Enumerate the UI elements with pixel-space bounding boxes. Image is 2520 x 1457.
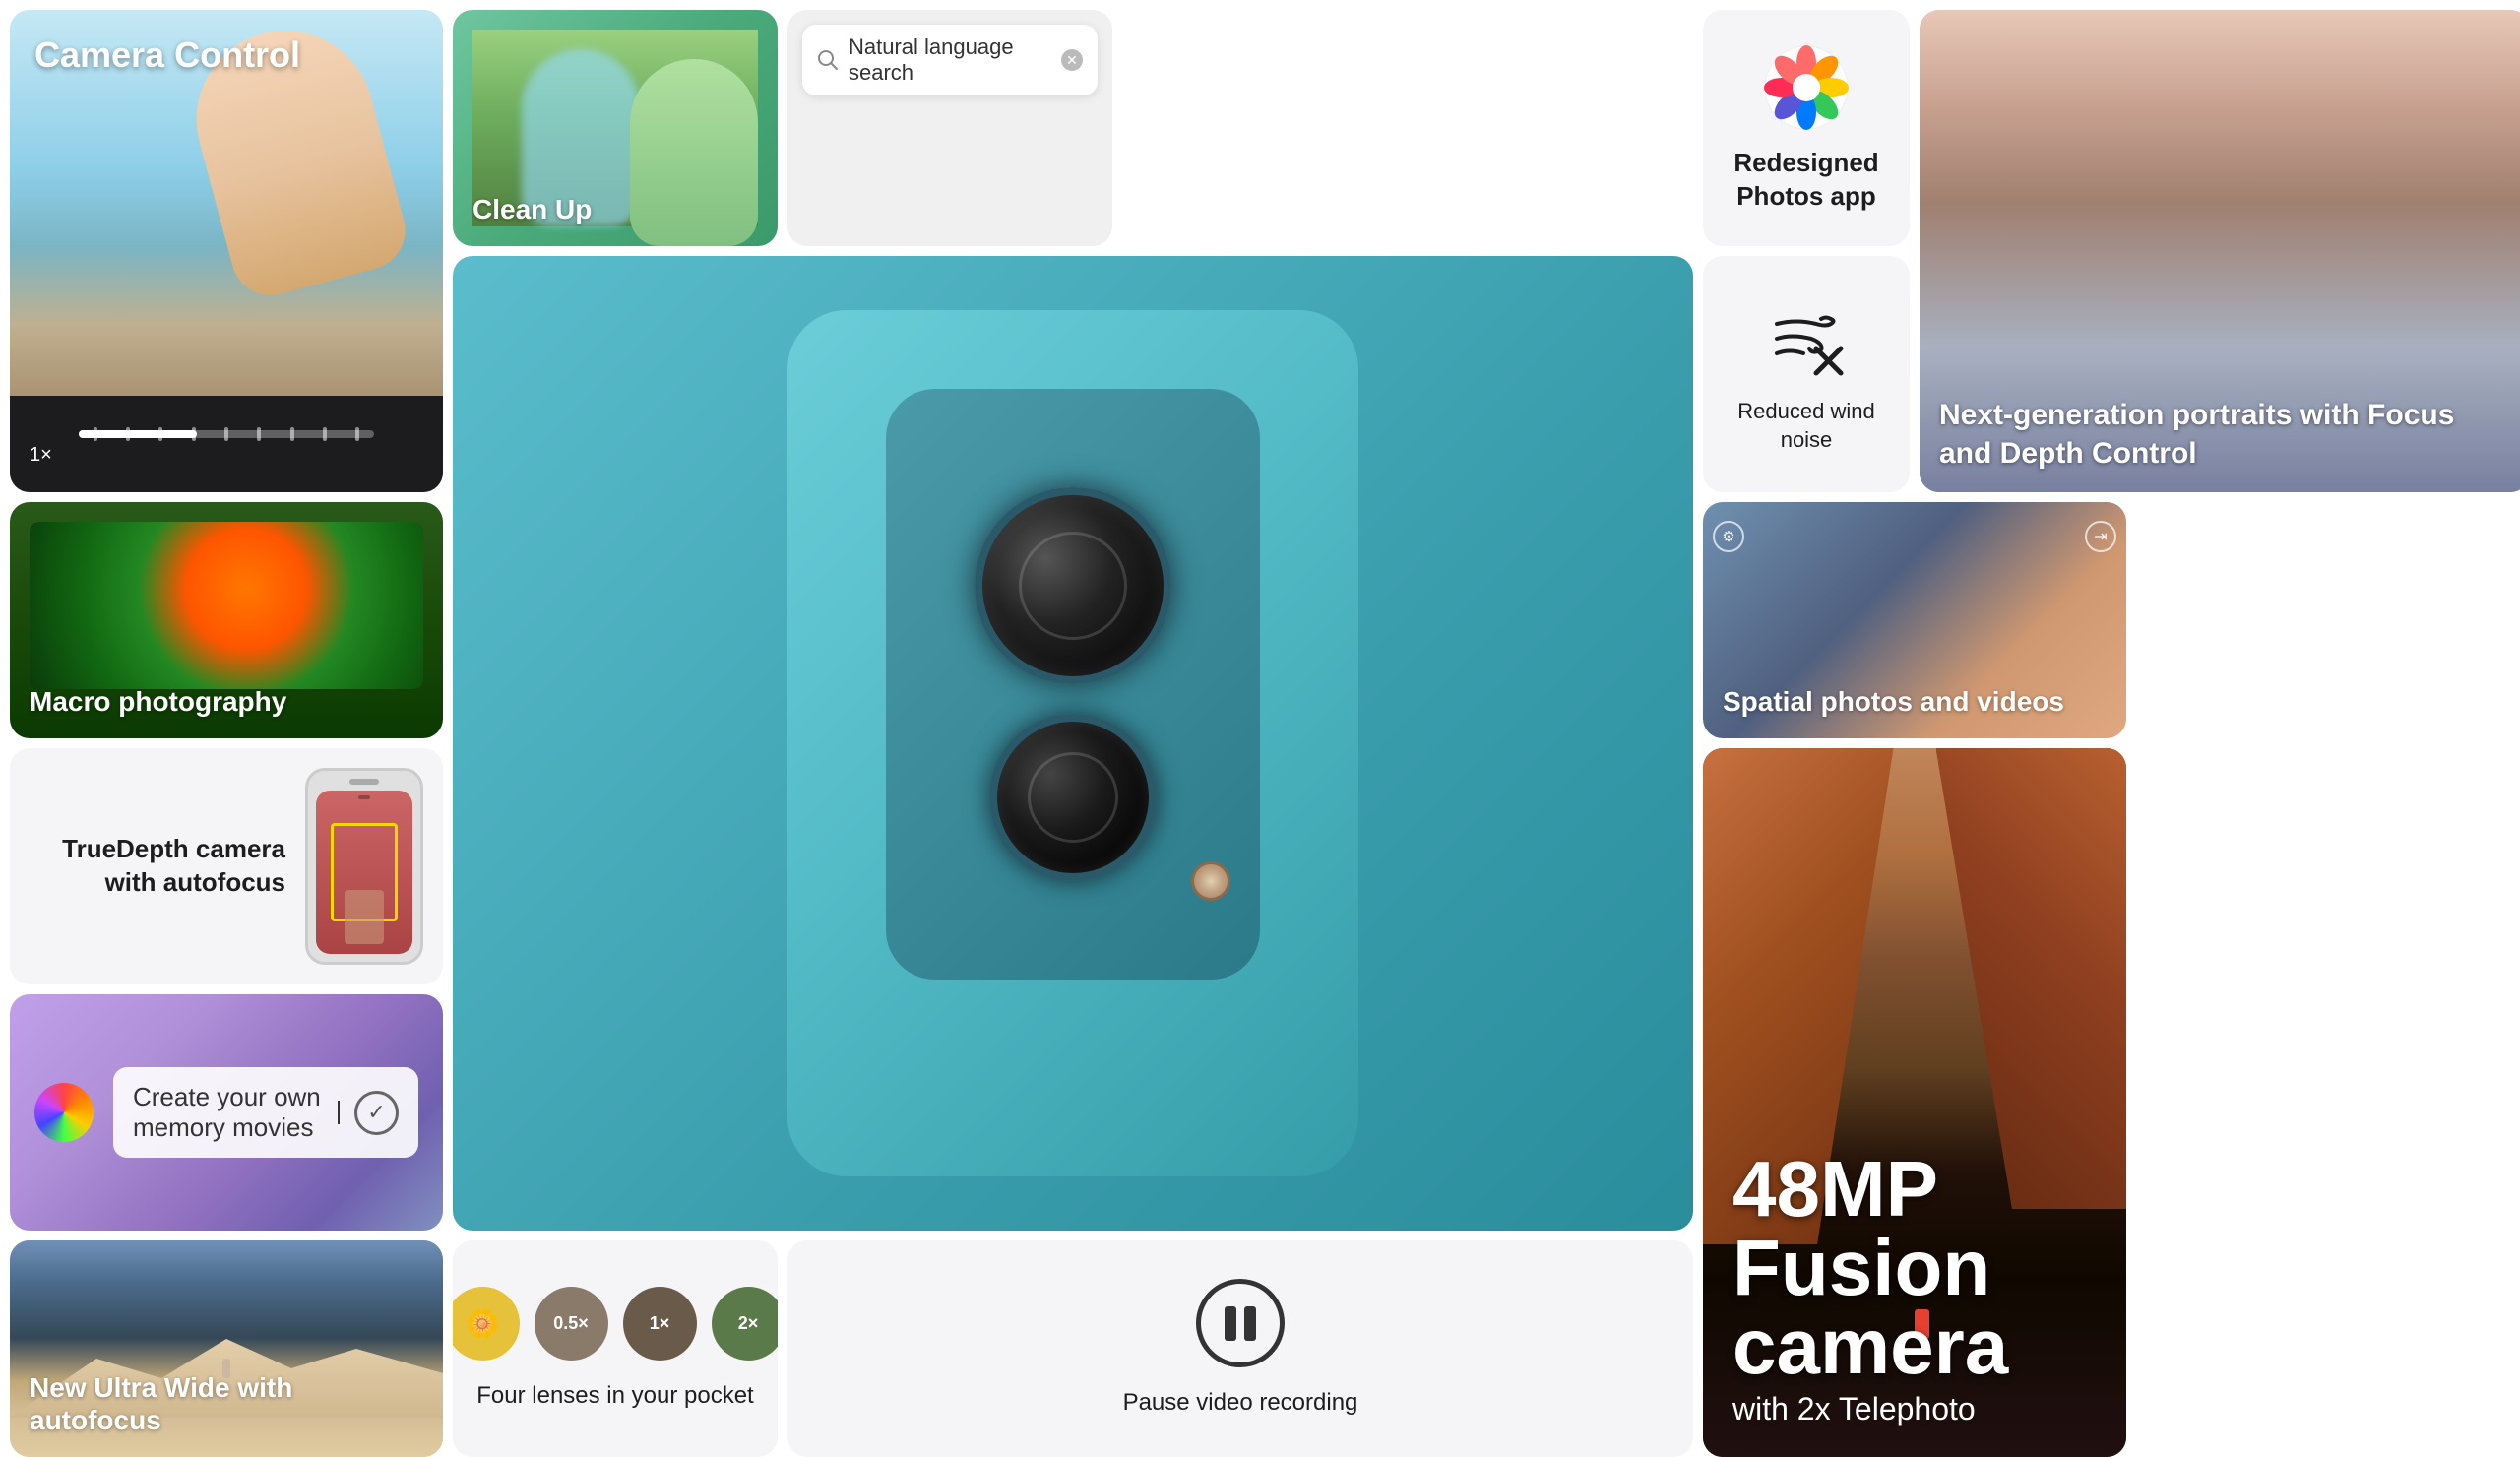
spatial-btn-1[interactable]: ⚙ <box>1713 521 1744 552</box>
search-bar[interactable]: Natural language search ✕ <box>802 25 1098 95</box>
phone-mockup <box>305 768 423 965</box>
pause-bar-left <box>1225 1306 1236 1341</box>
camera-control-slider-area: 1× <box>10 404 443 492</box>
ultrawide-card: New Ultra Wide with autofocus <box>10 1240 443 1457</box>
truedepth-text: TrueDepth camera with autofocus <box>30 833 285 900</box>
fusion-camera-card: 48MP Fusion camera with 2x Telephoto <box>1703 748 2126 1457</box>
camera-slider[interactable] <box>79 430 374 438</box>
search-text: Natural language search <box>849 34 1051 86</box>
lens-2x-badge: 2× <box>712 1287 779 1361</box>
redesigned-photos-card: Redesigned Photos app <box>1703 10 1910 246</box>
reduced-wind-label: Reduced wind noise <box>1723 398 1890 454</box>
lenses-row: 🌼 0.5× 1× 2× <box>453 1287 778 1361</box>
camera-control-card: Camera Control 1× <box>10 10 443 492</box>
portrait-label: Next-generation portraits with Focus and… <box>1939 396 2510 473</box>
spatial-btn-2[interactable]: ⇥ <box>2085 521 2116 552</box>
camera-control-title: Camera Control <box>34 34 300 76</box>
lens-flower-badge: 🌼 <box>453 1287 520 1361</box>
camera-body <box>788 310 1358 1176</box>
four-lenses-card: 🌼 0.5× 1× 2× Four lenses in your pocket <box>453 1240 778 1457</box>
lens-1x-badge: 1× <box>623 1287 697 1361</box>
main-camera-card <box>453 256 1693 1231</box>
siri-icon <box>34 1083 94 1142</box>
natural-language-card: Natural language search ✕ <box>788 10 1112 246</box>
pause-button[interactable] <box>1196 1279 1285 1367</box>
search-clear-button[interactable]: ✕ <box>1061 49 1083 71</box>
zoom-indicator: 1× <box>10 444 52 467</box>
memory-input[interactable]: Create your own memory movies ✓ <box>113 1067 418 1158</box>
fusion-subtitle: with 2x Telephoto <box>1732 1391 2097 1427</box>
portrait-card: Next-generation portraits with Focus and… <box>1920 10 2520 492</box>
search-icon <box>817 49 839 71</box>
truedepth-card: TrueDepth camera with autofocus <box>10 748 443 984</box>
ultrawide-label: New Ultra Wide with autofocus <box>30 1371 423 1437</box>
normal-person <box>630 59 758 246</box>
checkmark-button[interactable]: ✓ <box>354 1091 399 1135</box>
photos-app-icon <box>1762 43 1851 132</box>
top-lens <box>975 487 1171 684</box>
memory-input-text: Create your own memory movies <box>133 1082 321 1143</box>
pause-card: Pause video recording <box>788 1240 1693 1457</box>
macro-label: Macro photography <box>30 685 286 719</box>
lens-05x-badge: 0.5× <box>535 1287 608 1361</box>
truedepth-title: TrueDepth camera with autofocus <box>62 834 285 897</box>
pause-label: Pause video recording <box>1123 1387 1358 1418</box>
clean-up-card: Clean Up <box>453 10 778 246</box>
four-lenses-label: Four lenses in your pocket <box>476 1380 753 1411</box>
macro-card: Macro photography <box>10 502 443 738</box>
spatial-label: Spatial photos and videos <box>1723 685 2064 719</box>
fusion-text-block: 48MP Fusion camera with 2x Telephoto <box>1732 1150 2097 1427</box>
fusion-title: 48MP Fusion camera <box>1732 1150 2097 1386</box>
spatial-card: ⚙ ⇥ Spatial photos and videos <box>1703 502 2126 738</box>
flash-dot <box>1191 861 1230 901</box>
lens-inner-ring-1 <box>1019 532 1127 640</box>
memory-card: Create your own memory movies ✓ <box>10 994 443 1231</box>
frog-image <box>30 522 423 689</box>
people-photos <box>942 95 958 233</box>
text-cursor <box>338 1101 340 1124</box>
reduced-wind-card: Reduced wind noise <box>1703 256 1910 492</box>
redesigned-photos-label: Redesigned Photos app <box>1733 147 1878 214</box>
spatial-controls: ⚙ ⇥ <box>1713 512 2116 561</box>
lens-inner-ring-2 <box>1028 752 1118 843</box>
bottom-lens <box>989 714 1157 881</box>
phone-screen <box>316 791 412 954</box>
wind-icon <box>1762 294 1851 383</box>
lens-module <box>886 389 1260 980</box>
clean-up-label: Clean Up <box>472 193 592 226</box>
pause-bar-right <box>1244 1306 1256 1341</box>
camera-slider-dots <box>79 427 374 441</box>
